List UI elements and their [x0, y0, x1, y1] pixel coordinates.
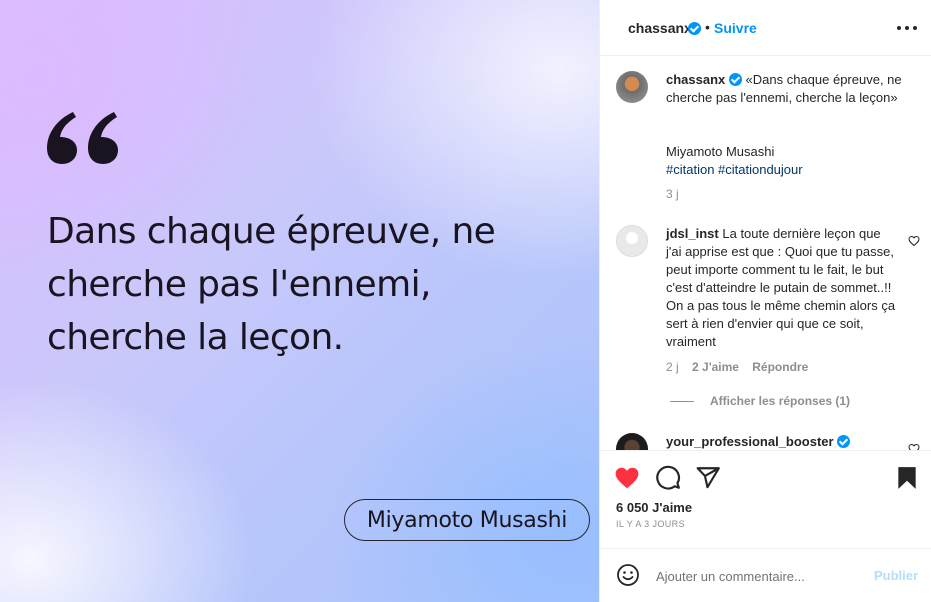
comment-time[interactable]: 2 j	[666, 360, 679, 374]
heart-filled-icon[interactable]	[614, 465, 640, 491]
avatar[interactable]	[616, 433, 648, 450]
comment-username[interactable]: your_professional_booster	[666, 434, 834, 449]
quote-mark-icon	[47, 112, 118, 164]
likes-count[interactable]: 6 050 J'aime	[616, 500, 692, 515]
verified-badge-icon	[837, 435, 851, 448]
quote-line: cherche pas l'ennemi,	[47, 264, 431, 305]
comment-text: La toute dernière leçon que j'ai apprise…	[666, 226, 896, 349]
caption-hashtags[interactable]: #citation #citationdujour	[666, 161, 803, 179]
add-comment-bar: Publier	[600, 548, 931, 602]
post-header: chassanx • Suivre	[600, 0, 931, 56]
emoji-icon[interactable]	[616, 563, 640, 587]
comment: jdsl_inst La toute dernière leçon que j'…	[666, 225, 896, 351]
paper-plane-icon[interactable]	[695, 465, 721, 491]
post-timestamp[interactable]: IL Y A 3 JOURS	[616, 519, 685, 529]
author-pill: Miyamoto Musashi	[344, 499, 590, 541]
more-options-icon[interactable]	[895, 18, 919, 38]
verified-badge-icon	[728, 73, 742, 86]
avatar[interactable]	[616, 71, 648, 103]
header-separator: •	[705, 19, 710, 35]
comment-meta: 2 j 2 J'aime Répondre	[666, 360, 808, 374]
reply-button[interactable]: Répondre	[752, 360, 808, 374]
view-replies-button[interactable]: Afficher les réponses (1)	[666, 394, 850, 408]
follow-button[interactable]: Suivre	[714, 20, 757, 36]
heart-outline-icon[interactable]	[908, 443, 920, 450]
caption-time[interactable]: 3 j	[666, 187, 679, 201]
caption: chassanx «Dans chaque épreuve, ne cherch…	[666, 71, 916, 107]
avatar[interactable]	[616, 225, 648, 257]
caption-author: Miyamoto Musashi	[666, 144, 775, 159]
post-side-panel: chassanx • Suivre chassanx «Dans chaque …	[599, 0, 931, 602]
header-username[interactable]: chassanx	[628, 20, 692, 36]
quote-line: cherche la leçon.	[47, 317, 344, 358]
publish-button[interactable]: Publier	[874, 568, 918, 583]
quote-line: Dans chaque épreuve, ne	[47, 211, 496, 252]
verified-badge-icon	[688, 22, 701, 35]
caption-username[interactable]: chassanx	[666, 72, 725, 87]
bookmark-icon[interactable]	[894, 465, 920, 491]
comment: your_professional_booster	[666, 433, 851, 450]
comment-bubble-icon[interactable]	[655, 465, 681, 491]
comment-username[interactable]: jdsl_inst	[666, 226, 719, 241]
comment-input[interactable]	[656, 565, 856, 587]
quote-text: Dans chaque épreuve, ne cherche pas l'en…	[47, 205, 567, 364]
action-bar: 6 050 J'aime IL Y A 3 JOURS	[600, 450, 931, 548]
comment-likes[interactable]: 2 J'aime	[692, 360, 739, 374]
heart-outline-icon[interactable]	[908, 235, 920, 247]
comments-list[interactable]: chassanx «Dans chaque épreuve, ne cherch…	[600, 57, 931, 450]
post-image[interactable]: Dans chaque épreuve, ne cherche pas l'en…	[0, 0, 599, 602]
